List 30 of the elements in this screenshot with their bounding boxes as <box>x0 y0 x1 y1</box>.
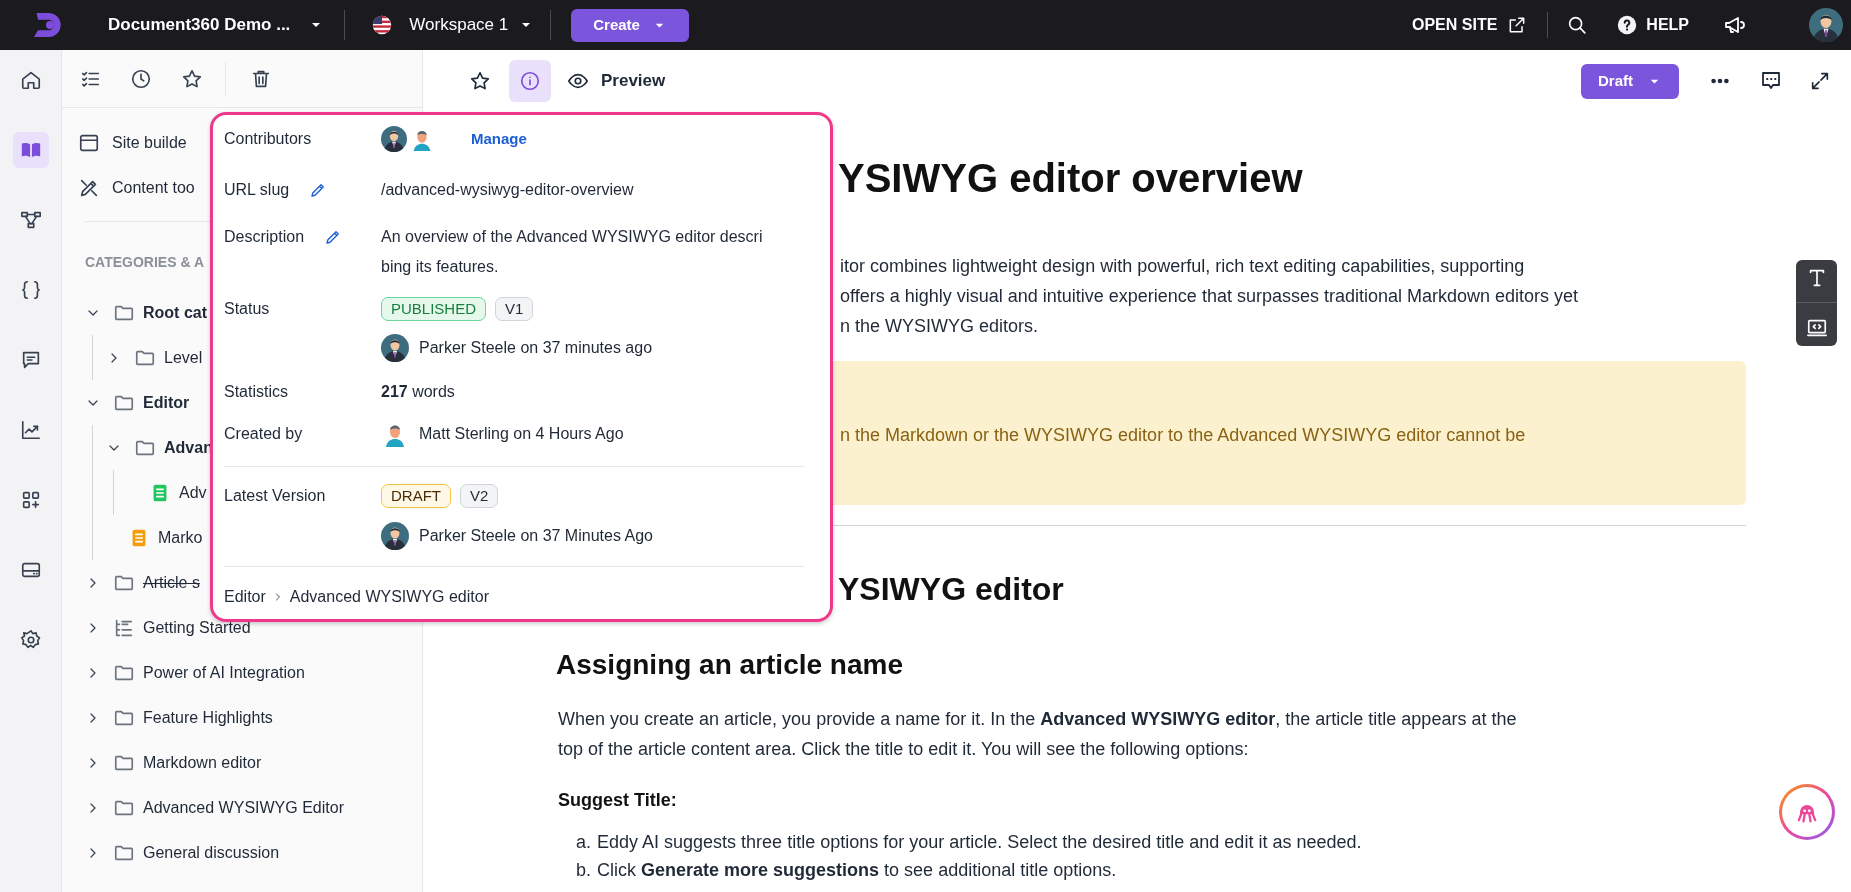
callout-text: n the Markdown or the WYSIWYG editor to the Advanced WYSIWYG editor cannot be <box>840 424 1527 447</box>
list-marker: b. <box>576 859 591 882</box>
field-label: URL slug <box>224 180 290 200</box>
list-item-text: Eddy AI suggests three title options for your article. Select the desired title and edit it as needed. <box>597 831 1362 854</box>
list-marker: a. <box>576 831 591 854</box>
list-item-text: Click Generate more suggestions to see additional title options. <box>597 859 1117 882</box>
field-label: Contributors <box>224 129 312 149</box>
paragraph-line: itor combines lightweight design with powerful, rich text editing capabilities, supporting <box>840 255 1526 278</box>
status-badge: V1 <box>495 297 534 321</box>
subsection-heading: Assigning an article name <box>556 648 904 682</box>
field-label: Statistics <box>224 382 288 402</box>
label-text: Suggest Title: <box>557 789 678 812</box>
field-label: Latest Version <box>224 486 326 506</box>
author-text: Matt Sterling on 4 Hours Ago <box>419 424 624 444</box>
field-label: Status <box>224 299 270 319</box>
status-badge: V2 <box>460 484 499 508</box>
field-label: Created by <box>224 424 303 444</box>
paragraph-line: offers a highly visual and intuitive experience that surpasses traditional Markdown editors yet <box>840 285 1580 308</box>
status-badge: PUBLISHED <box>381 297 487 321</box>
section-heading: CATEGORIES & A <box>85 253 204 272</box>
section-heading: YSIWYG editor <box>837 570 1065 609</box>
field-label: Description <box>224 227 305 247</box>
statistics-text: 217 words <box>381 382 455 402</box>
paragraph-line: n the WYSIWYG editors. <box>840 315 1040 338</box>
paragraph: When you create an article, you provide a name for it. In the Advanced WYSIWYG editor, the article title appears at the top of the article content area. Click the title to edit it. You will see the following options: <box>557 708 1518 761</box>
author-text: Parker Steele on 37 Minutes Ago <box>419 526 653 546</box>
status-badge: DRAFT <box>381 484 451 508</box>
url-slug-text: /advanced-wysiwyg-editor-overview <box>381 180 634 200</box>
author-text: Parker Steele on 37 minutes ago <box>419 338 653 358</box>
description-text: An overview of the Advanced WYSIWYG editor describing its features. <box>381 227 763 277</box>
